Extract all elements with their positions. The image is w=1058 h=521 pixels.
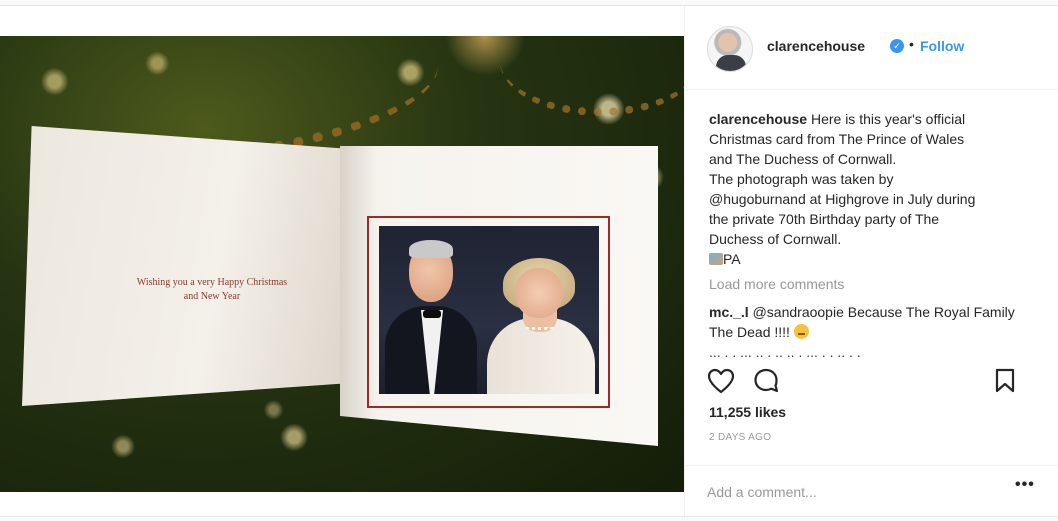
photo-credit-text: PA bbox=[723, 251, 741, 267]
username-link[interactable]: clarencehouse bbox=[767, 38, 865, 54]
instagram-post: Wishing you a very Happy Christmas and N… bbox=[0, 5, 1058, 518]
comment-username[interactable]: mc._.l bbox=[709, 304, 749, 320]
load-more-comments-link[interactable]: Load more comments bbox=[709, 274, 1039, 294]
comment-text: @sandraoopie Because The Royal Family Th… bbox=[709, 304, 1015, 340]
caption-line: The photograph was taken by bbox=[709, 171, 894, 187]
verified-badge-icon: ✓ bbox=[890, 39, 904, 53]
post-sidebar: clarencehouse ✓ • Follow clarencehouse H… bbox=[684, 6, 1058, 518]
separator-dot: • bbox=[909, 36, 914, 52]
caption-line: Duchess of Cornwall. bbox=[709, 231, 842, 247]
post-photo[interactable]: Wishing you a very Happy Christmas and N… bbox=[0, 36, 684, 492]
comments-list[interactable]: clarencehouse Here is this year's offici… bbox=[709, 109, 1039, 358]
follow-button[interactable]: Follow bbox=[920, 38, 964, 54]
camera-emoji-icon bbox=[709, 253, 723, 265]
caption-line: Here is this year's official bbox=[810, 111, 966, 127]
comment-bubble-icon[interactable] bbox=[753, 368, 781, 399]
card-left-panel bbox=[22, 126, 342, 406]
action-bar bbox=[707, 368, 1037, 398]
christmas-card: Wishing you a very Happy Christmas and N… bbox=[22, 126, 662, 446]
like-count[interactable]: 11,255 likes bbox=[709, 404, 786, 420]
caption-line: and The Duchess of Cornwall. bbox=[709, 151, 897, 167]
avatar-figure bbox=[716, 55, 746, 71]
bookmark-icon[interactable] bbox=[993, 368, 1017, 399]
man-bow-tie bbox=[423, 310, 441, 318]
post-header: clarencehouse ✓ • Follow bbox=[685, 6, 1058, 90]
woman-face bbox=[515, 268, 563, 318]
caption-username[interactable]: clarencehouse bbox=[709, 111, 807, 127]
photo-credit: PA bbox=[709, 249, 1039, 269]
tinsel-garland bbox=[500, 36, 684, 116]
avatar[interactable] bbox=[707, 26, 753, 72]
angry-emoji-icon bbox=[793, 324, 809, 339]
royal-portrait bbox=[379, 226, 599, 394]
caption: clarencehouse Here is this year's offici… bbox=[709, 109, 1039, 269]
pearl-necklace bbox=[525, 324, 555, 330]
greeting-line-2: and New Year bbox=[183, 291, 241, 302]
comment-item: mc._.l @sandraoopie Because The Royal Fa… bbox=[709, 302, 1039, 342]
card-greeting: Wishing you a very Happy Christmas and N… bbox=[112, 276, 312, 304]
post-timestamp[interactable]: 2 DAYS AGO bbox=[709, 432, 771, 443]
more-options-icon[interactable]: ••• bbox=[1015, 476, 1035, 494]
add-comment-input[interactable] bbox=[707, 481, 997, 503]
caption-line: Christmas card from The Prince of Wales bbox=[709, 131, 965, 147]
caption-line: @hugoburnand at Highgrove in July during bbox=[709, 191, 976, 207]
tree-topper bbox=[445, 36, 525, 76]
caption-line: the private 70th Birthday party of The bbox=[709, 211, 940, 227]
heart-icon[interactable] bbox=[707, 368, 735, 399]
cut-off-comment: ... . . ... .. . .. .. . ... . . .. . . bbox=[709, 344, 861, 358]
man-hair bbox=[409, 240, 453, 258]
add-comment-bar: ••• bbox=[685, 465, 1058, 518]
greeting-line-1: Wishing you a very Happy Christmas bbox=[136, 277, 288, 288]
